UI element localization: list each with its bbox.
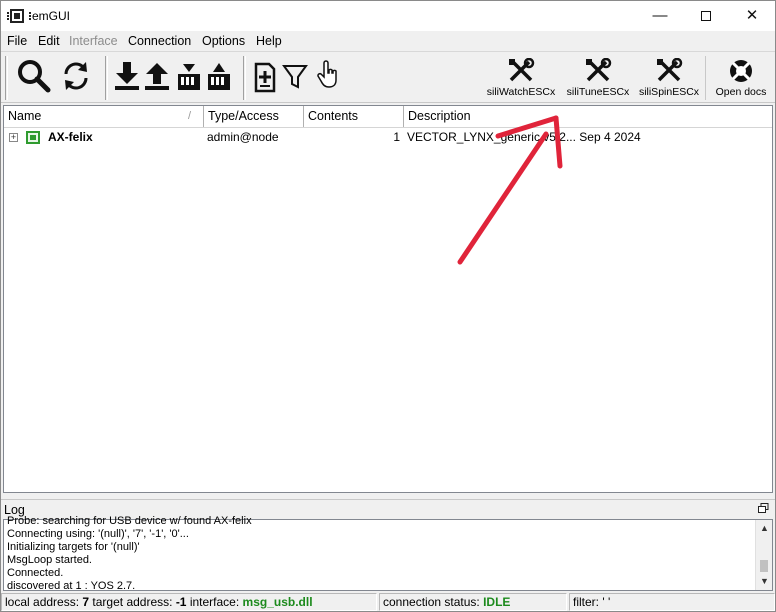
target-address-label: target address:	[92, 595, 173, 609]
scroll-up-arrow-icon[interactable]: ▲	[756, 520, 773, 537]
row-contents: 1	[393, 130, 400, 144]
local-address-label: local address:	[5, 595, 80, 609]
maximize-icon	[701, 11, 711, 22]
download-button[interactable]	[113, 58, 141, 98]
add-config-button[interactable]	[251, 58, 279, 98]
refresh-button[interactable]	[59, 58, 93, 98]
log-line: MsgLoop started.	[7, 554, 92, 566]
download-to-device-icon	[178, 64, 200, 90]
toolbar-separator	[705, 56, 706, 100]
open-docs-button[interactable]: Open docs	[711, 58, 771, 98]
device-icon	[26, 131, 40, 144]
window-title: emGUI	[32, 9, 71, 23]
menu-options[interactable]: Options	[202, 34, 245, 48]
pointer-icon	[317, 60, 337, 88]
menu-help[interactable]: Help	[256, 34, 282, 48]
chip-icon	[7, 9, 31, 23]
tools-icon	[509, 58, 535, 82]
upload-button[interactable]	[143, 58, 171, 98]
upload-from-device-button[interactable]	[205, 58, 233, 98]
tool-label: siliSpinESCx	[638, 86, 700, 98]
column-label: Name	[8, 109, 42, 123]
app-window: emGUI — ✕ File Edit Interface Connection…	[0, 0, 776, 612]
status-filter: filter: ' '	[569, 593, 775, 611]
restore-icon[interactable]	[758, 503, 769, 513]
tools-icon	[657, 58, 683, 82]
help-lifebuoy-icon	[730, 60, 752, 82]
log-scrollbar[interactable]: ▲ ▼	[755, 520, 772, 590]
tool-label: Open docs	[715, 86, 767, 98]
column-header-type[interactable]: Type/Access	[204, 106, 304, 127]
row-description: VECTOR_LYNX_generic v5.2... Sep 4 2024	[407, 130, 641, 144]
pointer-button[interactable]	[313, 58, 341, 98]
search-icon	[18, 60, 51, 93]
interface-value: msg_usb.dll	[242, 595, 313, 609]
add-config-icon	[254, 62, 276, 93]
toolbar-grip[interactable]	[5, 56, 8, 100]
scroll-thumb[interactable]	[760, 560, 768, 572]
row-name: AX-felix	[48, 130, 93, 144]
column-header-contents[interactable]: Contents	[304, 106, 404, 127]
silituneescx-button[interactable]: siliTuneESCx	[563, 58, 633, 98]
target-tree-list[interactable]: Name / Type/Access Contents Description …	[3, 105, 773, 493]
log-line: Probe: searching for USB device w/ found…	[7, 515, 252, 527]
refresh-icon	[64, 62, 88, 90]
log-line: Connecting using: '(null)', '7', '-1', '…	[7, 528, 189, 540]
target-address-value: -1	[175, 595, 187, 609]
close-button[interactable]: ✕	[729, 1, 775, 31]
scroll-down-arrow-icon[interactable]: ▼	[756, 573, 773, 590]
toolbar-grip-2[interactable]	[105, 56, 108, 100]
filter-button[interactable]	[281, 58, 309, 98]
filter-label: filter:	[573, 595, 600, 609]
log-output[interactable]: Probe: searching for USB device w/ found…	[3, 515, 773, 592]
menu-connection[interactable]: Connection	[128, 34, 191, 48]
upload-from-device-icon	[208, 63, 230, 90]
menu-interface[interactable]: Interface	[69, 34, 118, 48]
column-header-description[interactable]: Description	[404, 106, 772, 127]
tools-icon	[586, 58, 612, 82]
filter-icon	[282, 65, 308, 89]
upload-icon	[145, 63, 169, 90]
search-button[interactable]	[15, 58, 53, 98]
tool-label: siliTuneESCx	[566, 86, 630, 98]
minimize-button[interactable]: —	[637, 1, 683, 31]
list-header: Name / Type/Access Contents Description	[4, 106, 772, 128]
connection-status-value: IDLE	[483, 595, 511, 609]
table-row[interactable]: + AX-felix admin@node 1 VECTOR_LYNX_gene…	[4, 128, 772, 146]
interface-label: interface:	[189, 595, 240, 609]
title-bar[interactable]: emGUI — ✕	[1, 1, 775, 31]
siliwatchescx-button[interactable]: siliWatchESCx	[485, 58, 557, 98]
column-header-name[interactable]: Name /	[4, 106, 204, 127]
menu-file[interactable]: File	[7, 34, 27, 48]
log-line: Initializing targets for '(null)'	[7, 541, 140, 553]
filter-value: ' '	[602, 595, 611, 609]
menu-bar: File Edit Interface Connection Options H…	[1, 31, 775, 51]
status-bar: local address: 7 target address: -1 inte…	[1, 592, 775, 611]
download-to-device-button[interactable]	[175, 58, 203, 98]
silispinescx-button[interactable]: siliSpinESCx	[637, 58, 701, 98]
menu-edit[interactable]: Edit	[38, 34, 60, 48]
maximize-button[interactable]	[683, 1, 729, 31]
download-icon	[115, 62, 139, 90]
local-address-value: 7	[82, 595, 90, 609]
expand-icon[interactable]: +	[9, 133, 18, 142]
tool-label: siliWatchESCx	[486, 86, 556, 98]
toolbar-grip-3[interactable]	[243, 56, 246, 100]
connection-status-label: connection status:	[383, 595, 480, 609]
toolbar: siliWatchESCx siliTuneESCx siliSpinESCx	[1, 51, 775, 103]
status-connection: connection status: IDLE	[379, 593, 567, 611]
log-lines: Probe: searching for USB device w/ found…	[7, 515, 753, 593]
status-addresses: local address: 7 target address: -1 inte…	[1, 593, 377, 611]
row-type-access: admin@node	[207, 130, 279, 144]
log-line: Connected.	[7, 567, 64, 579]
sort-indicator: /	[187, 110, 191, 122]
